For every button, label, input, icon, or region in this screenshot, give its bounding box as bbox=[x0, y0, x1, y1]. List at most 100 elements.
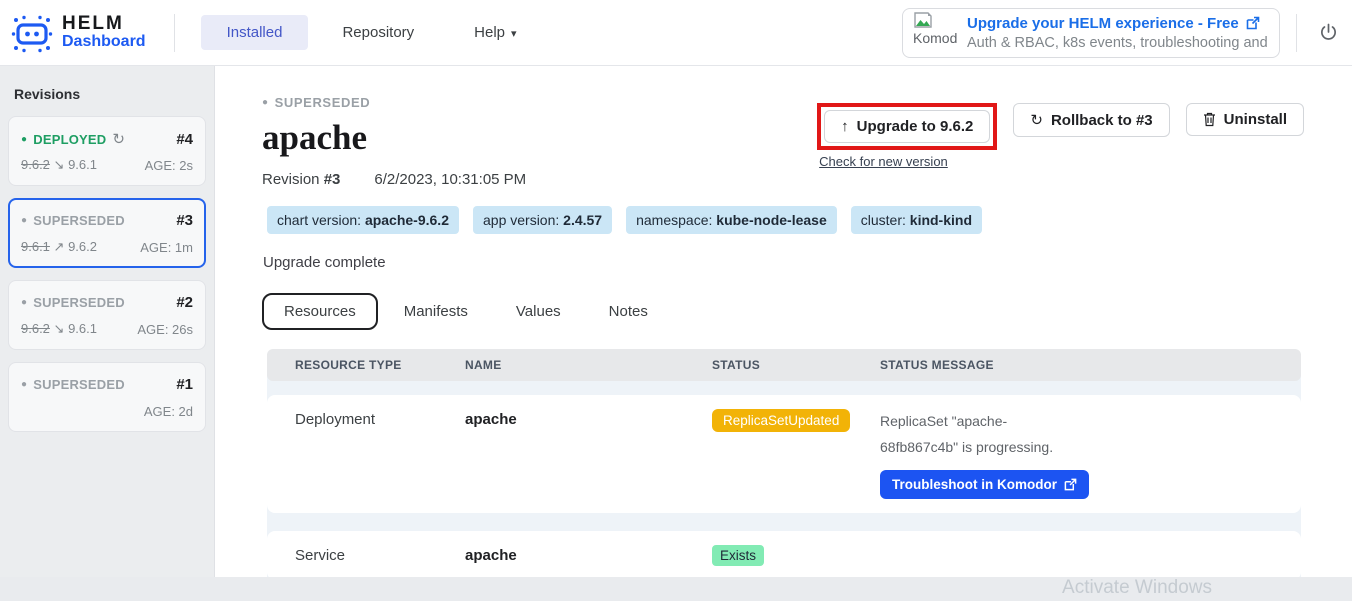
revision-info-line: Revision #3 6/2/2023, 10:31:05 PM bbox=[262, 171, 1302, 188]
chevron-down-icon: ▾ bbox=[511, 28, 517, 40]
chip-namespace: namespace: kube-node-lease bbox=[626, 206, 837, 234]
status-cell: ReplicaSetUpdated bbox=[712, 409, 880, 432]
help-label: Help bbox=[474, 24, 505, 41]
revision-number: #4 bbox=[176, 131, 193, 148]
resource-name: apache bbox=[465, 409, 712, 428]
resource-type: Deployment bbox=[295, 409, 465, 428]
banner-title: Upgrade your HELM experience - Free bbox=[967, 15, 1269, 32]
revision-status-label: DEPLOYED bbox=[33, 132, 106, 147]
revision-status: ● SUPERSEDED bbox=[21, 295, 125, 310]
rollback-button[interactable]: ↻ Rollback to #3 bbox=[1013, 103, 1169, 137]
detail-tabs: Resources Manifests Values Notes bbox=[262, 293, 1302, 330]
helm-logo[interactable]: HELM Dashboard bbox=[10, 10, 146, 56]
revision-card-3[interactable]: ● SUPERSEDED #3 9.6.1 ↗ 9.6.2 AGE: 1m bbox=[8, 198, 206, 268]
revision-status-label: SUPERSEDED bbox=[33, 295, 125, 310]
rollback-icon: ↻ bbox=[1030, 111, 1043, 129]
release-detail-panel: ● SUPERSEDED apache Revision #3 6/2/2023… bbox=[215, 66, 1352, 577]
revisions-sidebar: Revisions ● DEPLOYED ↻ #4 9.6.2 ↘ 9.6.1 … bbox=[0, 66, 215, 577]
col-resource-type: RESOURCE TYPE bbox=[295, 358, 465, 372]
helm-logo-icon bbox=[10, 10, 54, 56]
status-message-cell: ReplicaSet "apache-68fb867c4b" is progre… bbox=[880, 409, 1301, 499]
chip-cluster: cluster: kind-kind bbox=[851, 206, 982, 234]
status-dot-icon: ● bbox=[262, 97, 269, 108]
status-dot-icon: ● bbox=[21, 297, 27, 308]
tab-notes[interactable]: Notes bbox=[587, 293, 670, 330]
downgrade-arrow-icon: ↘ bbox=[54, 157, 65, 172]
logo-line1: HELM bbox=[62, 14, 146, 34]
main-nav: Installed Repository Help ▾ bbox=[201, 15, 543, 50]
revision-age: AGE: 2s bbox=[145, 158, 193, 173]
downgrade-arrow-icon: ↘ bbox=[54, 321, 65, 336]
revision-status: ● SUPERSEDED bbox=[21, 377, 125, 392]
revision-status: ● SUPERSEDED bbox=[21, 213, 125, 228]
table-header: RESOURCE TYPE NAME STATUS STATUS MESSAGE bbox=[267, 349, 1301, 381]
upgrade-button[interactable]: ↑ Upgrade to 9.6.2 bbox=[824, 110, 990, 143]
col-status: STATUS bbox=[712, 358, 880, 372]
topbar-divider-right bbox=[1296, 14, 1297, 52]
revision-versions: 9.6.2 ↘ 9.6.1 bbox=[21, 321, 97, 337]
revision-label: Revision #3 bbox=[262, 171, 340, 188]
komodor-broken-image: Komod bbox=[913, 12, 959, 54]
uninstall-button[interactable]: Uninstall bbox=[1186, 103, 1304, 136]
status-dot-icon: ● bbox=[21, 215, 27, 226]
revisions-heading: Revisions bbox=[14, 86, 206, 102]
revision-status-label: SUPERSEDED bbox=[33, 377, 125, 392]
helm-logo-text: HELM Dashboard bbox=[62, 14, 146, 51]
revision-card-2[interactable]: ● SUPERSEDED #2 9.6.2 ↘ 9.6.1 AGE: 26s bbox=[8, 280, 206, 350]
col-name: NAME bbox=[465, 358, 712, 372]
nav-tab-installed[interactable]: Installed bbox=[201, 15, 309, 50]
revision-age: AGE: 26s bbox=[137, 322, 193, 337]
logo-line2: Dashboard bbox=[62, 34, 146, 51]
revision-date: 6/2/2023, 10:31:05 PM bbox=[374, 171, 526, 188]
external-link-icon bbox=[1064, 478, 1077, 491]
status-dot-icon: ● bbox=[21, 379, 27, 390]
activate-windows-watermark: Activate Windows bbox=[1062, 577, 1212, 599]
external-link-icon bbox=[1246, 16, 1260, 30]
helm-dashboard-page: HELM Dashboard Installed Repository Help… bbox=[0, 0, 1352, 601]
col-status-message: STATUS MESSAGE bbox=[880, 358, 1301, 372]
revision-versions: 9.6.2 ↘ 9.6.1 bbox=[21, 157, 97, 173]
revision-card-4[interactable]: ● DEPLOYED ↻ #4 9.6.2 ↘ 9.6.1 AGE: 2s bbox=[8, 116, 206, 186]
chip-app-version: app version: 2.4.57 bbox=[473, 206, 612, 234]
revision-number: #2 bbox=[176, 294, 193, 311]
revision-number: #1 bbox=[176, 376, 193, 393]
release-status-text: Upgrade complete bbox=[263, 254, 1302, 271]
revision-number: #3 bbox=[324, 171, 341, 188]
footer-strip: Activate Windows bbox=[0, 577, 1352, 601]
up-arrow-icon: ↑ bbox=[841, 118, 849, 135]
revision-status: ● DEPLOYED ↻ bbox=[21, 130, 125, 148]
komodor-promo-banner[interactable]: Komod Upgrade your HELM experience - Fre… bbox=[902, 8, 1280, 58]
check-new-version-link[interactable]: Check for new version bbox=[819, 154, 997, 169]
nav-tab-repository[interactable]: Repository bbox=[316, 15, 440, 50]
banner-subtitle: Auth & RBAC, k8s events, troubleshooting… bbox=[967, 35, 1269, 51]
resource-name: apache bbox=[465, 545, 712, 564]
upgrade-arrow-icon: ↗ bbox=[54, 239, 65, 254]
resources-table: RESOURCE TYPE NAME STATUS STATUS MESSAGE… bbox=[267, 349, 1301, 577]
status-message: ReplicaSet "apache-68fb867c4b" is progre… bbox=[880, 409, 1085, 461]
trash-icon bbox=[1203, 112, 1216, 127]
refresh-icon[interactable]: ↻ bbox=[112, 130, 125, 148]
release-actions: ↑ Upgrade to 9.6.2 Check for new version… bbox=[817, 103, 1304, 169]
status-badge: Exists bbox=[712, 545, 764, 566]
resource-type: Service bbox=[295, 545, 465, 564]
status-badge: ReplicaSetUpdated bbox=[712, 409, 850, 432]
tab-resources[interactable]: Resources bbox=[262, 293, 378, 330]
status-dot-icon: ● bbox=[21, 134, 27, 145]
revision-age: AGE: 1m bbox=[140, 240, 193, 255]
komodor-image-alt: Komod bbox=[913, 30, 957, 46]
revision-number: #3 bbox=[176, 212, 193, 229]
revision-age: AGE: 2d bbox=[144, 404, 193, 419]
power-icon[interactable] bbox=[1319, 23, 1338, 42]
tab-values[interactable]: Values bbox=[494, 293, 583, 330]
revision-versions: 9.6.1 ↗ 9.6.2 bbox=[21, 239, 97, 255]
troubleshoot-button[interactable]: Troubleshoot in Komodor bbox=[880, 470, 1089, 499]
topbar: HELM Dashboard Installed Repository Help… bbox=[0, 0, 1352, 66]
release-metadata-chips: chart version: apache-9.6.2 app version:… bbox=[267, 206, 1302, 234]
banner-texts: Upgrade your HELM experience - Free Auth… bbox=[967, 15, 1269, 51]
nav-tab-help[interactable]: Help ▾ bbox=[448, 15, 542, 50]
status-cell: Exists bbox=[712, 545, 880, 566]
revision-card-1[interactable]: ● SUPERSEDED #1 AGE: 2d bbox=[8, 362, 206, 432]
tab-manifests[interactable]: Manifests bbox=[382, 293, 490, 330]
topbar-divider bbox=[174, 14, 175, 52]
revision-status-label: SUPERSEDED bbox=[33, 213, 125, 228]
